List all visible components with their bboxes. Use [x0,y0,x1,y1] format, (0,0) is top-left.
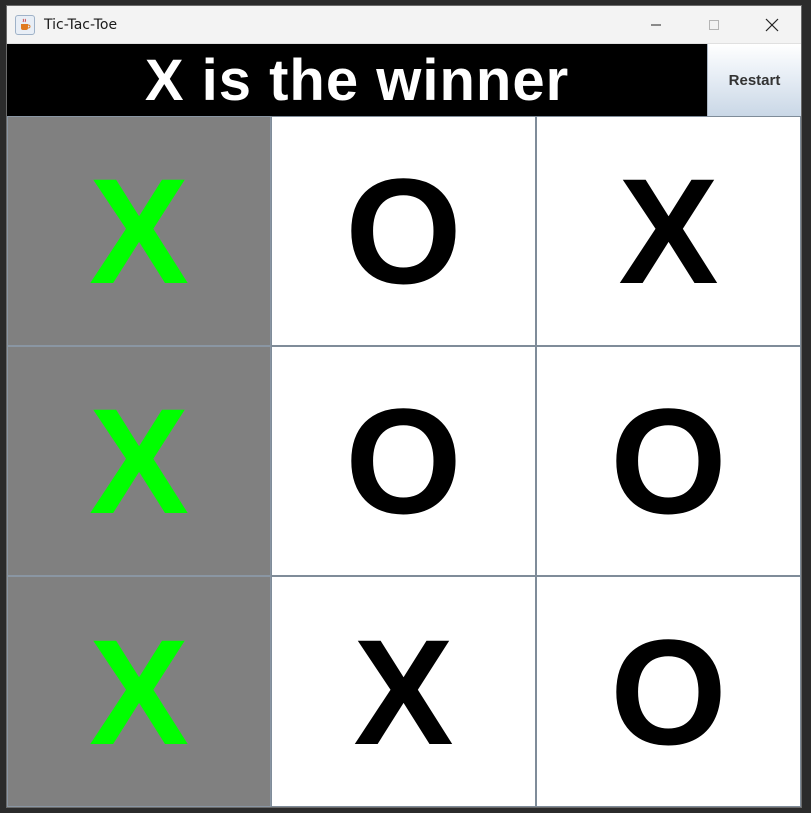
board-cell-3[interactable]: X [536,116,801,346]
game-board: X O X X O O X X O [7,116,801,807]
close-icon [765,18,779,31]
board-cell-9[interactable]: O [536,576,801,807]
board-cell-4[interactable]: X [7,346,271,576]
maximize-button[interactable] [685,6,743,43]
board-cell-6[interactable]: O [536,346,801,576]
board-cell-7[interactable]: X [7,576,271,807]
window-controls [627,6,801,43]
minimize-icon [651,24,661,25]
tic-tac-toe-window: Tic-Tac-Toe X is the winner Restart X O … [7,6,801,807]
title-bar: Tic-Tac-Toe [7,6,801,44]
java-cup-icon [15,14,35,35]
board-cell-8[interactable]: X [271,576,536,807]
close-button[interactable] [743,6,801,43]
restart-button[interactable]: Restart [707,44,801,117]
background-editor-right [801,0,811,813]
status-panel: X is the winner [7,44,707,117]
board-cell-2[interactable]: O [271,116,536,346]
board-cell-5[interactable]: O [271,346,536,576]
game-header: X is the winner Restart [7,44,801,117]
status-message: X is the winner [144,48,570,113]
board-cell-1[interactable]: X [7,116,271,346]
maximize-icon [709,19,719,30]
window-title: Tic-Tac-Toe [44,16,118,33]
minimize-button[interactable] [627,6,685,43]
